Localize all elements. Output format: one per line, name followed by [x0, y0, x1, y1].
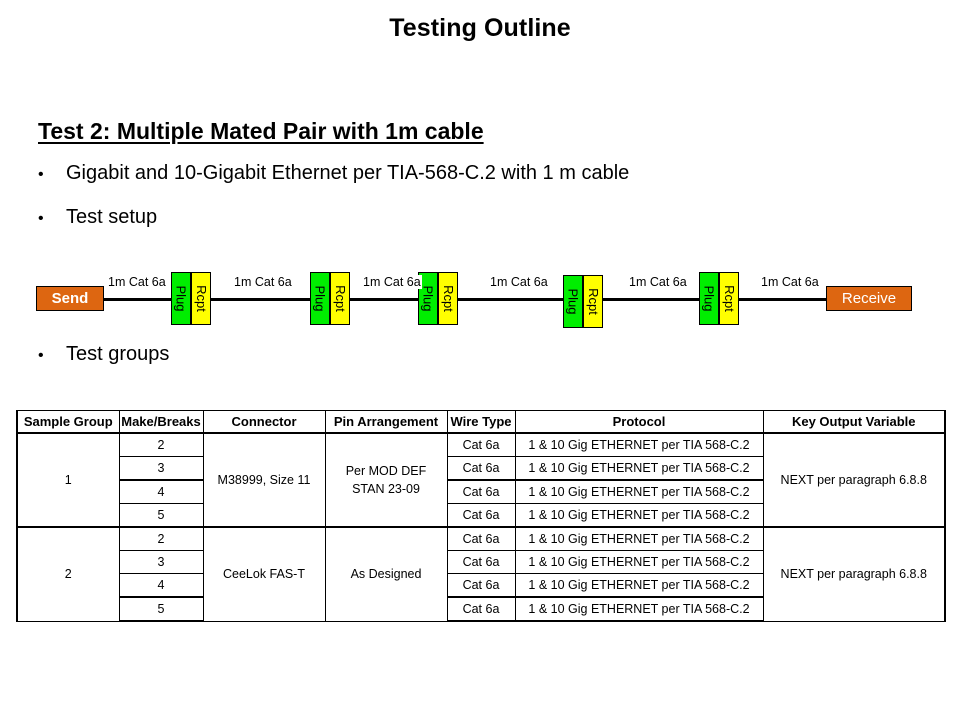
cell-key-output-variable: NEXT per paragraph 6.8.8 — [762, 526, 946, 622]
cell-make-breaks: 2 — [118, 526, 204, 551]
column-header-pin-arrangement: Pin Arrangement — [324, 410, 448, 434]
wire-label: 1m Cat 6a — [760, 275, 820, 289]
plug-block: Plug — [310, 272, 330, 325]
cell-protocol: 1 & 10 Gig ETHERNET per TIA 568-C.2 — [514, 503, 764, 528]
bullet-text: Gigabit and 10-Gigabit Ethernet per TIA-… — [66, 162, 630, 184]
wire-label: 1m Cat 6a — [107, 275, 167, 289]
connector-pair: Plug Rcpt — [699, 272, 739, 325]
rcpt-block: Rcpt — [438, 272, 458, 325]
plug-label: Plug — [701, 285, 717, 312]
cell-key-output-variable: NEXT per paragraph 6.8.8 — [762, 432, 946, 528]
bullet-marker-icon: • — [38, 166, 44, 183]
cell-wire-type: Cat 6a — [446, 479, 516, 504]
rcpt-block: Rcpt — [719, 272, 739, 325]
cell-wire-type: Cat 6a — [446, 573, 516, 598]
bullet-item-test-groups: • Test groups — [38, 343, 169, 366]
cell-protocol: 1 & 10 Gig ETHERNET per TIA 568-C.2 — [514, 432, 764, 457]
cell-wire-type: Cat 6a — [446, 550, 516, 574]
cell-wire-type: Cat 6a — [446, 596, 516, 622]
cell-make-breaks: 3 — [118, 550, 204, 574]
cell-sample-group: 1 — [16, 432, 120, 528]
table-header-row: Sample Group Make/Breaks Connector Pin A… — [16, 410, 946, 434]
connector-pair: Plug Rcpt — [418, 272, 458, 325]
cell-connector: CeeLok FAS-T — [202, 526, 326, 622]
receive-endpoint-box: Receive — [826, 286, 912, 311]
column-header-sample-group: Sample Group — [16, 410, 120, 434]
cell-wire-type: Cat 6a — [446, 432, 516, 457]
rcpt-label: Rcpt — [440, 285, 456, 312]
cell-pin-arrangement: As Designed — [324, 526, 448, 622]
bullet-item-gigabit: • Gigabit and 10-Gigabit Ethernet per TI… — [38, 162, 629, 185]
plug-label: Plug — [173, 285, 189, 312]
section-heading: Test 2: Multiple Mated Pair with 1m cabl… — [38, 118, 484, 144]
column-header-make-breaks: Make/Breaks — [118, 410, 204, 434]
cell-wire-type: Cat 6a — [446, 503, 516, 528]
cell-sample-group: 2 — [16, 526, 120, 622]
bullet-text: Test setup — [66, 206, 158, 228]
cell-make-breaks: 3 — [118, 456, 204, 481]
test-groups-table: Sample Group Make/Breaks Connector Pin A… — [16, 410, 946, 622]
wire-label: 1m Cat 6a — [489, 275, 549, 289]
cell-wire-type: Cat 6a — [446, 526, 516, 551]
wire-segment — [458, 298, 563, 301]
column-header-protocol: Protocol — [514, 410, 764, 434]
cell-protocol: 1 & 10 Gig ETHERNET per TIA 568-C.2 — [514, 479, 764, 504]
wire-segment — [739, 298, 827, 301]
wire-segment — [211, 298, 310, 301]
connector-pair: Plug Rcpt — [310, 272, 350, 325]
column-header-key-output-variable: Key Output Variable — [762, 410, 946, 434]
rcpt-block: Rcpt — [191, 272, 211, 325]
wire-label: 1m Cat 6a — [628, 275, 688, 289]
column-header-wire-type: Wire Type — [446, 410, 516, 434]
cell-protocol: 1 & 10 Gig ETHERNET per TIA 568-C.2 — [514, 550, 764, 574]
cell-protocol: 1 & 10 Gig ETHERNET per TIA 568-C.2 — [514, 456, 764, 481]
rcpt-label: Rcpt — [585, 288, 601, 315]
wire-segment — [350, 298, 418, 301]
bullet-marker-icon: • — [38, 347, 44, 364]
cell-make-breaks: 4 — [118, 573, 204, 598]
bullet-item-test-setup: • Test setup — [38, 206, 157, 229]
wire-label: 1m Cat 6a — [362, 275, 422, 289]
cell-pin-arrangement-line1: As Designed — [350, 567, 422, 582]
plug-label: Plug — [312, 285, 328, 312]
table-row: 2 2 CeeLok FAS-T As Designed Cat 6a 1 & … — [16, 526, 946, 622]
wire-segment — [103, 298, 171, 301]
plug-label: Plug — [420, 285, 436, 312]
cell-make-breaks: 5 — [118, 503, 204, 528]
rcpt-label: Rcpt — [193, 285, 209, 312]
wire-segment — [603, 298, 699, 301]
cell-pin-arrangement-line2: STAN 23-09 — [352, 482, 420, 496]
cell-wire-type: Cat 6a — [446, 456, 516, 481]
connector-pair: Plug Rcpt — [171, 272, 211, 325]
cell-pin-arrangement: Per MOD DEF STAN 23-09 — [324, 432, 448, 528]
table-row: 1 2 M38999, Size 11 Per MOD DEF STAN 23-… — [16, 432, 946, 528]
plug-label: Plug — [565, 288, 581, 315]
send-endpoint-box: Send — [36, 286, 104, 311]
cell-pin-arrangement-line1: Per MOD DEF — [345, 463, 427, 478]
cell-protocol: 1 & 10 Gig ETHERNET per TIA 568-C.2 — [514, 526, 764, 551]
cell-make-breaks: 2 — [118, 432, 204, 457]
bullet-marker-icon: • — [38, 210, 44, 227]
page-title: Testing Outline — [389, 14, 571, 42]
rcpt-block: Rcpt — [330, 272, 350, 325]
test-setup-diagram: Send Receive Plug Rcpt Plug Rcpt Plug Rc… — [0, 262, 960, 334]
cell-connector: M38999, Size 11 — [202, 432, 326, 528]
plug-block: Plug — [563, 275, 583, 328]
cell-make-breaks: 4 — [118, 479, 204, 504]
plug-block: Plug — [699, 272, 719, 325]
rcpt-label: Rcpt — [721, 285, 737, 312]
cell-protocol: 1 & 10 Gig ETHERNET per TIA 568-C.2 — [514, 596, 764, 622]
bullet-text: Test groups — [66, 343, 170, 365]
rcpt-label: Rcpt — [332, 285, 348, 312]
plug-block: Plug — [171, 272, 191, 325]
cell-protocol: 1 & 10 Gig ETHERNET per TIA 568-C.2 — [514, 573, 764, 598]
column-header-connector: Connector — [202, 410, 326, 434]
connector-pair: Plug Rcpt — [563, 275, 603, 328]
rcpt-block: Rcpt — [583, 275, 603, 328]
wire-label: 1m Cat 6a — [233, 275, 293, 289]
cell-make-breaks: 5 — [118, 596, 204, 622]
